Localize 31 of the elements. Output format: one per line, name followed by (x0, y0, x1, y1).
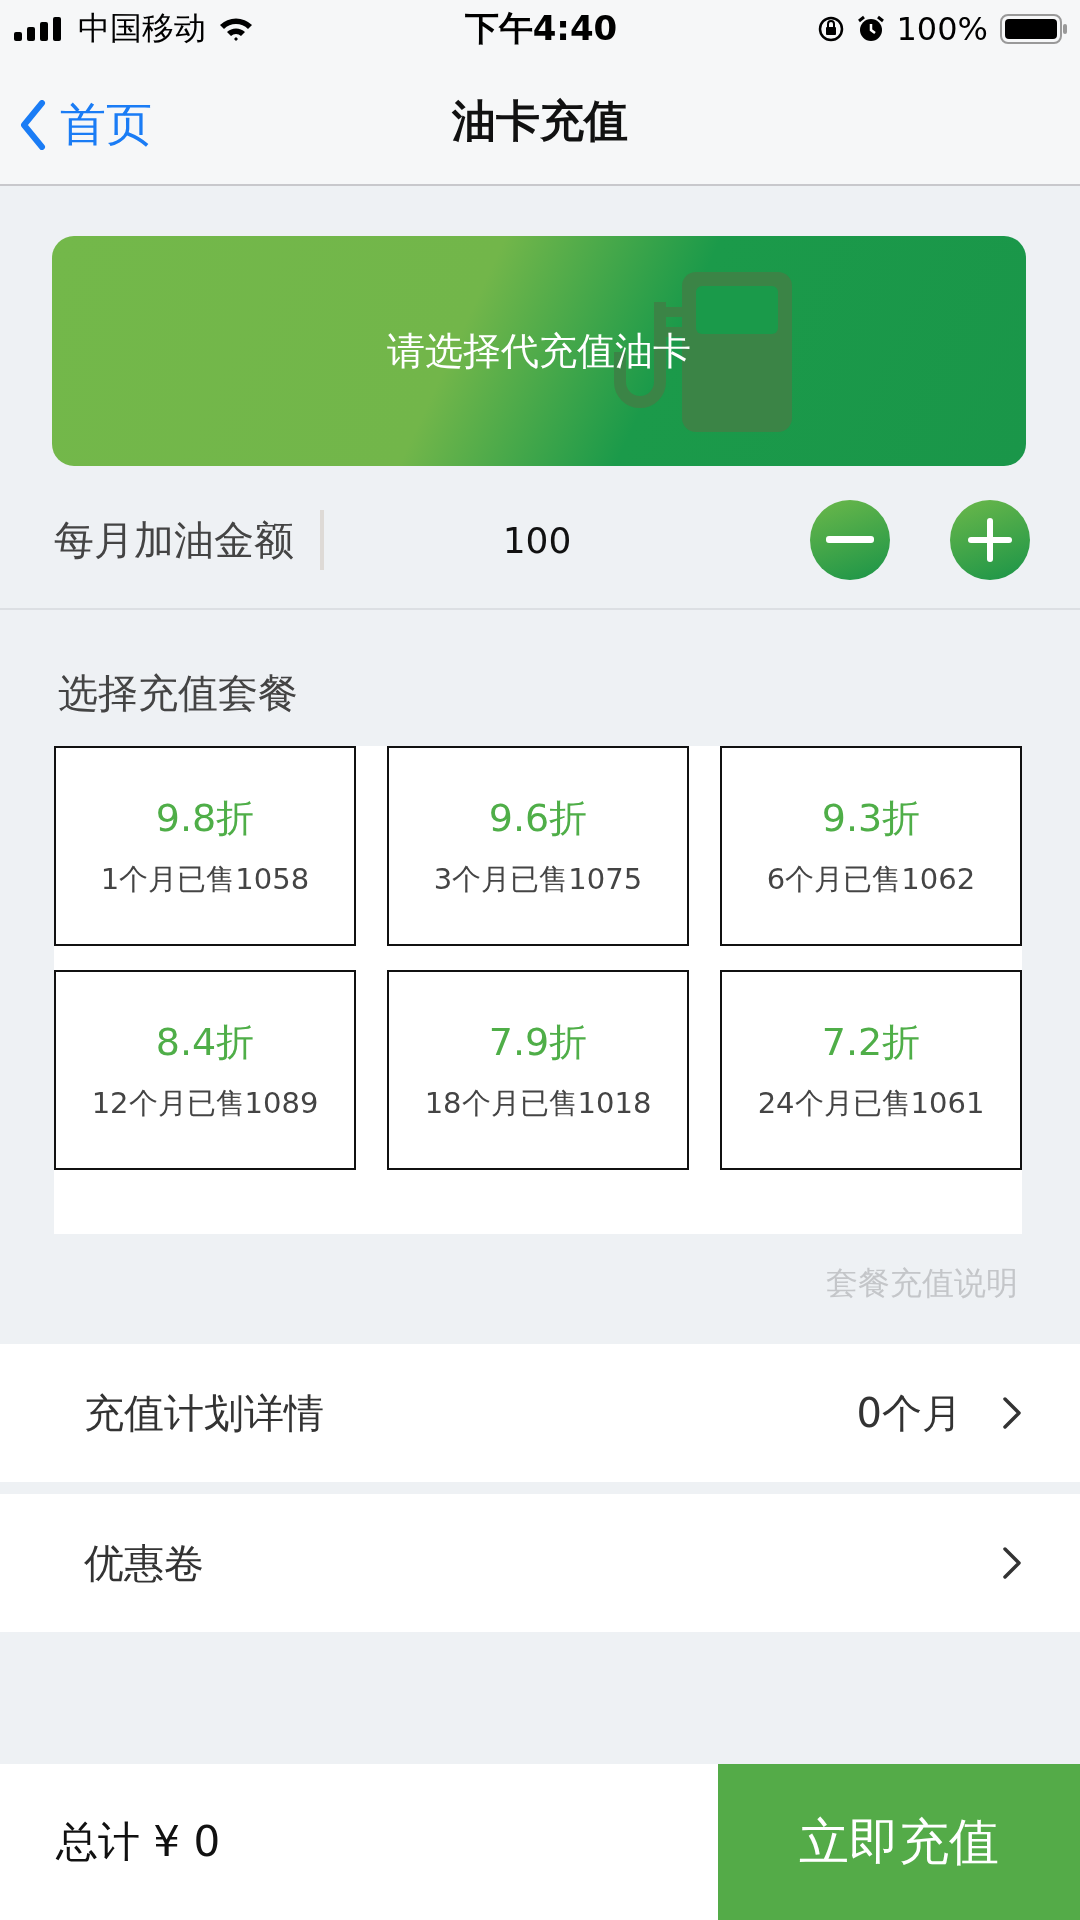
row-value: 0个月 (856, 1388, 962, 1438)
back-button[interactable]: 首页 (20, 94, 152, 156)
banner-text: 请选择代充值油卡 (387, 327, 691, 375)
chevron-left-icon (20, 100, 46, 150)
package-option[interactable]: 9.6折 3个月已售1075 (387, 746, 689, 946)
minus-icon (826, 536, 874, 544)
plus-icon (968, 518, 1012, 562)
chevron-right-icon (1002, 1546, 1022, 1580)
chevron-right-icon (1002, 1396, 1022, 1430)
list-row[interactable]: 优惠卷 (0, 1494, 1080, 1632)
list-row[interactable]: 充值计划详情 0个月 (0, 1344, 1080, 1482)
fuel-pump-icon (612, 272, 792, 432)
page-title: 油卡充值 (452, 93, 628, 148)
amount-label: 每月加油金额 (54, 510, 324, 570)
battery-icon (1000, 14, 1068, 44)
row-label: 优惠卷 (84, 1538, 205, 1588)
package-option[interactable]: 8.4折 12个月已售1089 (54, 970, 356, 1170)
battery-percent: 100% (896, 10, 988, 48)
carrier-name: 中国移动 (78, 8, 206, 49)
rotation-lock-icon (816, 15, 845, 43)
wifi-icon (218, 16, 254, 42)
package-option[interactable]: 7.9折 18个月已售1018 (387, 970, 689, 1170)
row-label: 充值计划详情 (84, 1388, 325, 1438)
alarm-icon (856, 15, 885, 43)
package-option[interactable]: 7.2折 24个月已售1061 (720, 970, 1022, 1170)
status-time: 下午4:40 (464, 7, 618, 50)
total-amount: 总计 ¥ 0 (55, 1816, 222, 1868)
section-title: 选择充值套餐 (58, 669, 299, 718)
amount-value: 100 (501, 519, 573, 561)
package-option[interactable]: 9.3折 6个月已售1062 (720, 746, 1022, 946)
package-option[interactable]: 9.8折 1个月已售1058 (54, 746, 356, 946)
